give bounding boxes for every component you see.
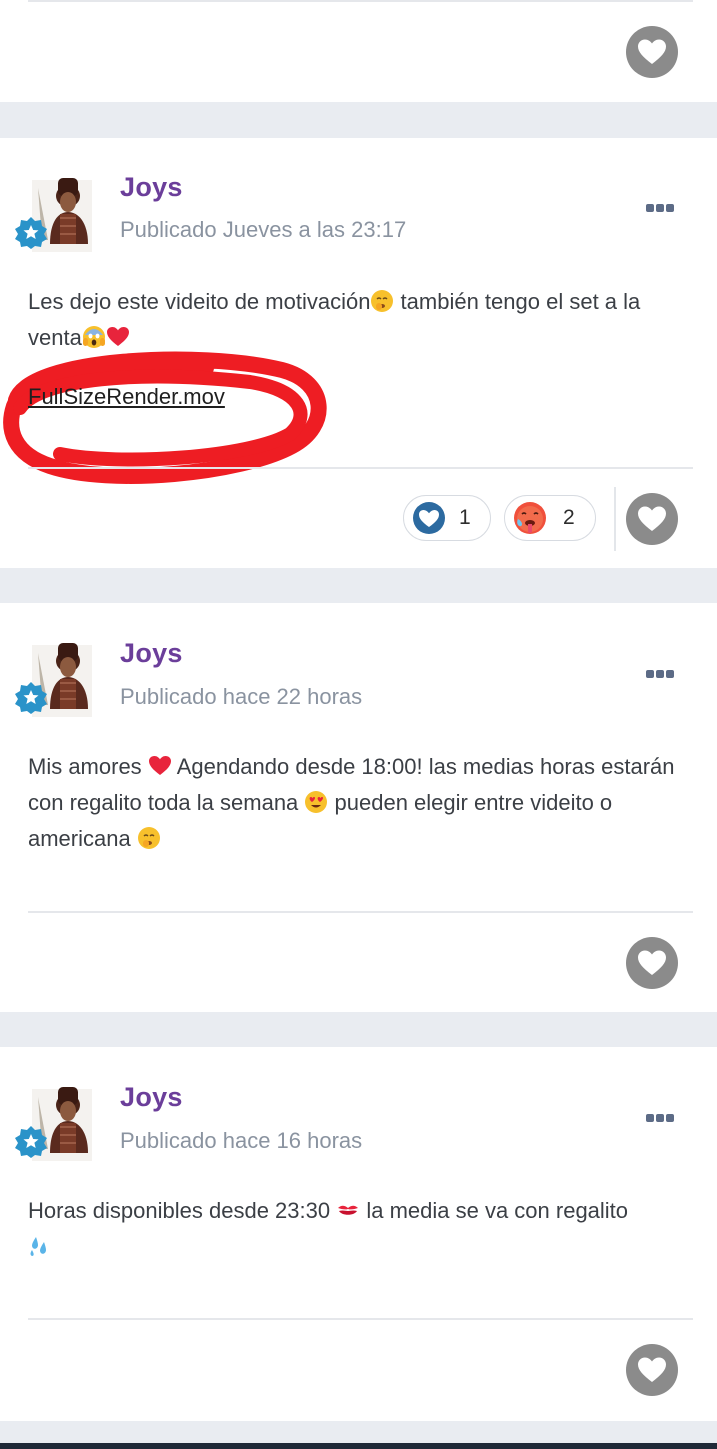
post-date: Publicado hace 22 horas: [120, 684, 363, 709]
post-card-previous: [0, 0, 717, 102]
avatar[interactable]: [14, 639, 96, 721]
divider: [28, 0, 693, 2]
like-button[interactable]: [626, 937, 678, 989]
system-navigation-bar: [0, 1443, 717, 1449]
star-badge-icon: [15, 1126, 47, 1158]
reaction-count: 1: [459, 506, 471, 529]
divider: [28, 1318, 693, 1320]
like-button[interactable]: [626, 1344, 678, 1396]
post-body: Les dejo este videito de motivación tamb…: [28, 284, 689, 356]
more-options-button[interactable]: [640, 197, 680, 219]
like-button[interactable]: [626, 26, 678, 78]
author-name[interactable]: Joys: [120, 638, 183, 669]
attachment-link[interactable]: FullSizeRender.mov: [28, 384, 225, 410]
avatar[interactable]: [14, 174, 96, 256]
post-card: Joys Publicado hace 22 horas Mis amores …: [0, 603, 717, 1012]
reaction-hot-pill[interactable]: 2: [504, 495, 596, 541]
ellipsis-icon: [646, 670, 674, 678]
post-date: Publicado hace 16 horas: [120, 1128, 363, 1153]
post-text: Mis amores: [28, 754, 148, 779]
post-date: Publicado Jueves a las 23:17: [120, 217, 407, 242]
heart-eyes-emoji: [305, 791, 328, 813]
post-text: la media se va con regalito: [360, 1198, 629, 1223]
reaction-like-pill[interactable]: 1: [403, 495, 491, 541]
shushing-face-emoji: [371, 290, 394, 312]
post-card: Joys Publicado hace 16 horas Horas dispo…: [0, 1047, 717, 1421]
more-options-button[interactable]: [640, 663, 680, 685]
avatar[interactable]: [14, 1083, 96, 1165]
post-body: Horas disponibles desde 23:30 la media s…: [28, 1193, 689, 1265]
kiss-mark-emoji: [338, 1205, 359, 1215]
heart-reaction-icon: [413, 502, 445, 534]
ellipsis-icon: [646, 204, 674, 212]
screaming-face-emoji: [82, 326, 105, 348]
heart-icon: [638, 39, 666, 64]
divider: [28, 467, 693, 469]
like-button[interactable]: [626, 493, 678, 545]
reaction-count: 2: [563, 506, 575, 529]
star-badge-icon: [15, 682, 47, 714]
more-options-button[interactable]: [640, 1107, 680, 1129]
hot-face-emoji: [514, 502, 546, 534]
post-body: Mis amores Agendando desde 18:00! las me…: [28, 749, 689, 857]
post-text: Les dejo este videito de motivación: [28, 289, 371, 314]
ellipsis-icon: [646, 1114, 674, 1122]
post-text: Horas disponibles desde 23:30: [28, 1198, 337, 1223]
red-heart-emoji: [148, 756, 171, 775]
post-card: Joys Publicado Jueves a las 23:17 Les de…: [0, 138, 717, 568]
heart-icon: [638, 506, 666, 531]
shushing-face-emoji: [137, 827, 160, 849]
sweat-droplets-emoji: [30, 1237, 46, 1256]
author-name[interactable]: Joys: [120, 172, 183, 203]
author-name[interactable]: Joys: [120, 1082, 183, 1113]
divider: [28, 911, 693, 913]
heart-icon: [638, 1357, 666, 1382]
star-badge-icon: [15, 217, 47, 249]
reaction-separator: [614, 487, 616, 551]
heart-icon: [638, 950, 666, 975]
red-heart-emoji: [106, 327, 129, 346]
